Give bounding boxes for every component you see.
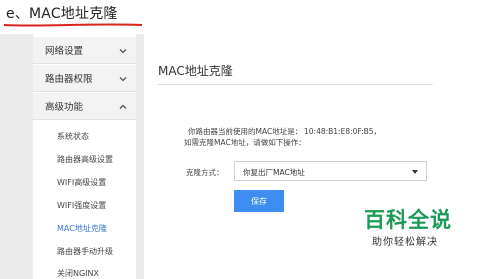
sidebar-item-router-advanced-settings[interactable]: 路由器高级设置 (57, 154, 113, 165)
sidebar-item-disable-nginx[interactable]: 关闭NGINX (57, 268, 99, 279)
sidebar-item-wifi-advanced-settings[interactable]: WIFI高级设置 (57, 177, 106, 188)
red-underline-annotation (3, 23, 143, 27)
clone-mode-selected-value: 你复出厂MAC地址 (243, 168, 305, 177)
clone-mode-select[interactable]: 你复出厂MAC地址 (234, 161, 427, 181)
document-heading: e、MAC地址克隆 (6, 6, 118, 22)
title-divider (158, 84, 433, 85)
page-title: MAC地址克隆 (158, 64, 233, 78)
sidebar-menu-label: 路由器权限 (45, 74, 93, 85)
router-admin-page: 网络设置 路由器权限 高级功能 系统状态 路由器高级设置 WIFI高级设置 WI… (0, 34, 500, 279)
sidebar-item-mac-clone[interactable]: MAC地址克隆 (57, 223, 107, 234)
sidebar-menu-router-permissions[interactable]: 路由器权限 (33, 65, 136, 92)
chevron-up-icon (119, 104, 127, 109)
sidebar-item-wifi-strength-settings[interactable]: WIFI强度设置 (57, 200, 106, 211)
clone-mode-label: 克隆方式： (186, 168, 224, 177)
sidebar-menu-network-settings[interactable]: 网络设置 (33, 37, 136, 64)
caret-down-icon (412, 170, 418, 174)
chevron-down-icon (119, 77, 127, 82)
sidebar-item-router-manual-upgrade[interactable]: 路由器手动升级 (57, 246, 113, 257)
watermark-logo-text: 百科全说 (364, 208, 452, 232)
main-content: MAC地址克隆 你路由器当前使用的MAC地址是： 10:48:B1:E8:0F:… (144, 34, 500, 279)
clone-hint-text: 如需克隆MAC地址，请做如下操作： (184, 138, 306, 147)
save-button[interactable]: 保存 (234, 190, 284, 212)
watermark-slogan: 助你轻松解决 (372, 237, 438, 248)
sidebar-menu-label: 高级功能 (45, 102, 84, 113)
chevron-down-icon (119, 49, 127, 54)
sidebar: 网络设置 路由器权限 高级功能 系统状态 路由器高级设置 WIFI高级设置 WI… (33, 34, 136, 279)
current-mac-value: 10:48:B1:E8:0F:B5， (304, 127, 382, 136)
current-mac-label: 你路由器当前使用的MAC地址是： (188, 127, 303, 136)
sidebar-menu-advanced-features[interactable]: 高级功能 (33, 93, 136, 120)
sidebar-menu-label: 网络设置 (45, 46, 84, 57)
sidebar-item-system-status[interactable]: 系统状态 (57, 131, 89, 142)
